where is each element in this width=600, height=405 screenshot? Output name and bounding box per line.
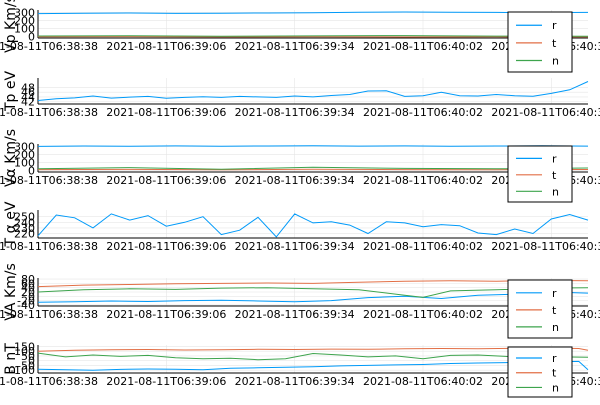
legend-box — [508, 146, 572, 202]
y-tick-label: 80 — [21, 273, 35, 286]
legend-label: t — [552, 304, 557, 317]
x-tick-label: 2021-08-11T06:39:06 — [106, 106, 226, 119]
series-line-n — [38, 353, 588, 360]
series-line-t — [38, 348, 588, 351]
legend: rtn — [508, 280, 572, 338]
y-axis-label: Vp Km/s — [3, 0, 19, 53]
x-tick-label: 2021-08-11T06:40:30 — [491, 106, 600, 119]
legend-box — [508, 347, 572, 397]
x-tick-label: 2021-08-11T06:39:06 — [106, 375, 226, 388]
x-tick-label: 2021-08-11T06:39:34 — [235, 308, 355, 321]
chart-svg: 01002003002021-08-11T06:38:382021-08-11T… — [0, 0, 600, 400]
y-axis-label: T α eV — [3, 201, 19, 247]
legend-box — [508, 12, 572, 72]
x-tick-label: 2021-08-11T06:40:30 — [491, 240, 600, 253]
legend-label: t — [552, 37, 557, 50]
series-line-value — [38, 82, 588, 101]
series-line-r — [38, 361, 588, 370]
legend-label: n — [552, 55, 559, 68]
series-line-n — [38, 288, 588, 298]
legend-label: r — [552, 352, 557, 365]
panel-1: 01002003002021-08-11T06:38:382021-08-11T… — [0, 0, 600, 72]
legend-label: r — [552, 152, 557, 165]
legend-label: t — [552, 169, 557, 182]
x-tick-label: 2021-08-11T06:40:02 — [363, 375, 483, 388]
y-axis-label: B nT — [3, 343, 19, 375]
legend-label: n — [552, 185, 559, 198]
y-axis-label: Vα Km/s — [3, 129, 19, 187]
legend-label: n — [552, 381, 559, 394]
x-tick-label: 2021-08-11T06:40:02 — [363, 106, 483, 119]
x-tick-label: 2021-08-11T06:39:06 — [106, 40, 226, 53]
x-tick-label: 2021-08-11T06:40:02 — [363, 174, 483, 187]
panel-6: -100-500501001502021-08-11T06:38:382021-… — [0, 340, 600, 397]
x-tick-label: 2021-08-11T06:39:34 — [235, 240, 355, 253]
legend-box — [508, 280, 572, 338]
x-tick-label: 2021-08-11T06:39:06 — [106, 240, 226, 253]
legend-label: r — [552, 19, 557, 32]
legend: rtn — [508, 347, 572, 397]
x-tick-label: 2021-08-11T06:39:06 — [106, 308, 226, 321]
series-line-t — [38, 169, 588, 170]
panel-5: -40-200204060802021-08-11T06:38:382021-0… — [0, 263, 600, 338]
x-tick-label: 2021-08-11T06:40:02 — [363, 308, 483, 321]
x-tick-label: 2021-08-11T06:39:34 — [235, 40, 355, 53]
x-tick-label: 2021-08-11T06:39:34 — [235, 375, 355, 388]
x-tick-label: 2021-08-11T06:38:38 — [0, 375, 98, 388]
x-tick-label: 2021-08-11T06:39:06 — [106, 174, 226, 187]
legend-label: n — [552, 321, 559, 334]
series-line-n — [38, 36, 588, 37]
y-axis-label: Tp eV — [3, 71, 19, 113]
x-tick-label: 2021-08-11T06:40:02 — [363, 40, 483, 53]
legend: rtn — [508, 146, 572, 202]
panel-3: 01002003002021-08-11T06:38:382021-08-11T… — [0, 129, 600, 202]
x-tick-label: 2021-08-11T06:39:34 — [235, 106, 355, 119]
panel-4: 2202302402502021-08-11T06:38:382021-08-1… — [0, 201, 600, 253]
x-tick-label: 2021-08-11T06:40:02 — [363, 240, 483, 253]
y-axis-label: VA Km/s — [3, 263, 19, 321]
x-tick-label: 2021-08-11T06:39:34 — [235, 174, 355, 187]
panel-2: 424446482021-08-11T06:38:382021-08-11T06… — [0, 71, 600, 119]
y-tick-label: 48 — [21, 81, 35, 94]
legend: rtn — [508, 12, 572, 72]
legend-label: r — [552, 287, 557, 300]
stacked-timeseries-figure: 01002003002021-08-11T06:38:382021-08-11T… — [0, 0, 600, 400]
legend-label: t — [552, 367, 557, 380]
